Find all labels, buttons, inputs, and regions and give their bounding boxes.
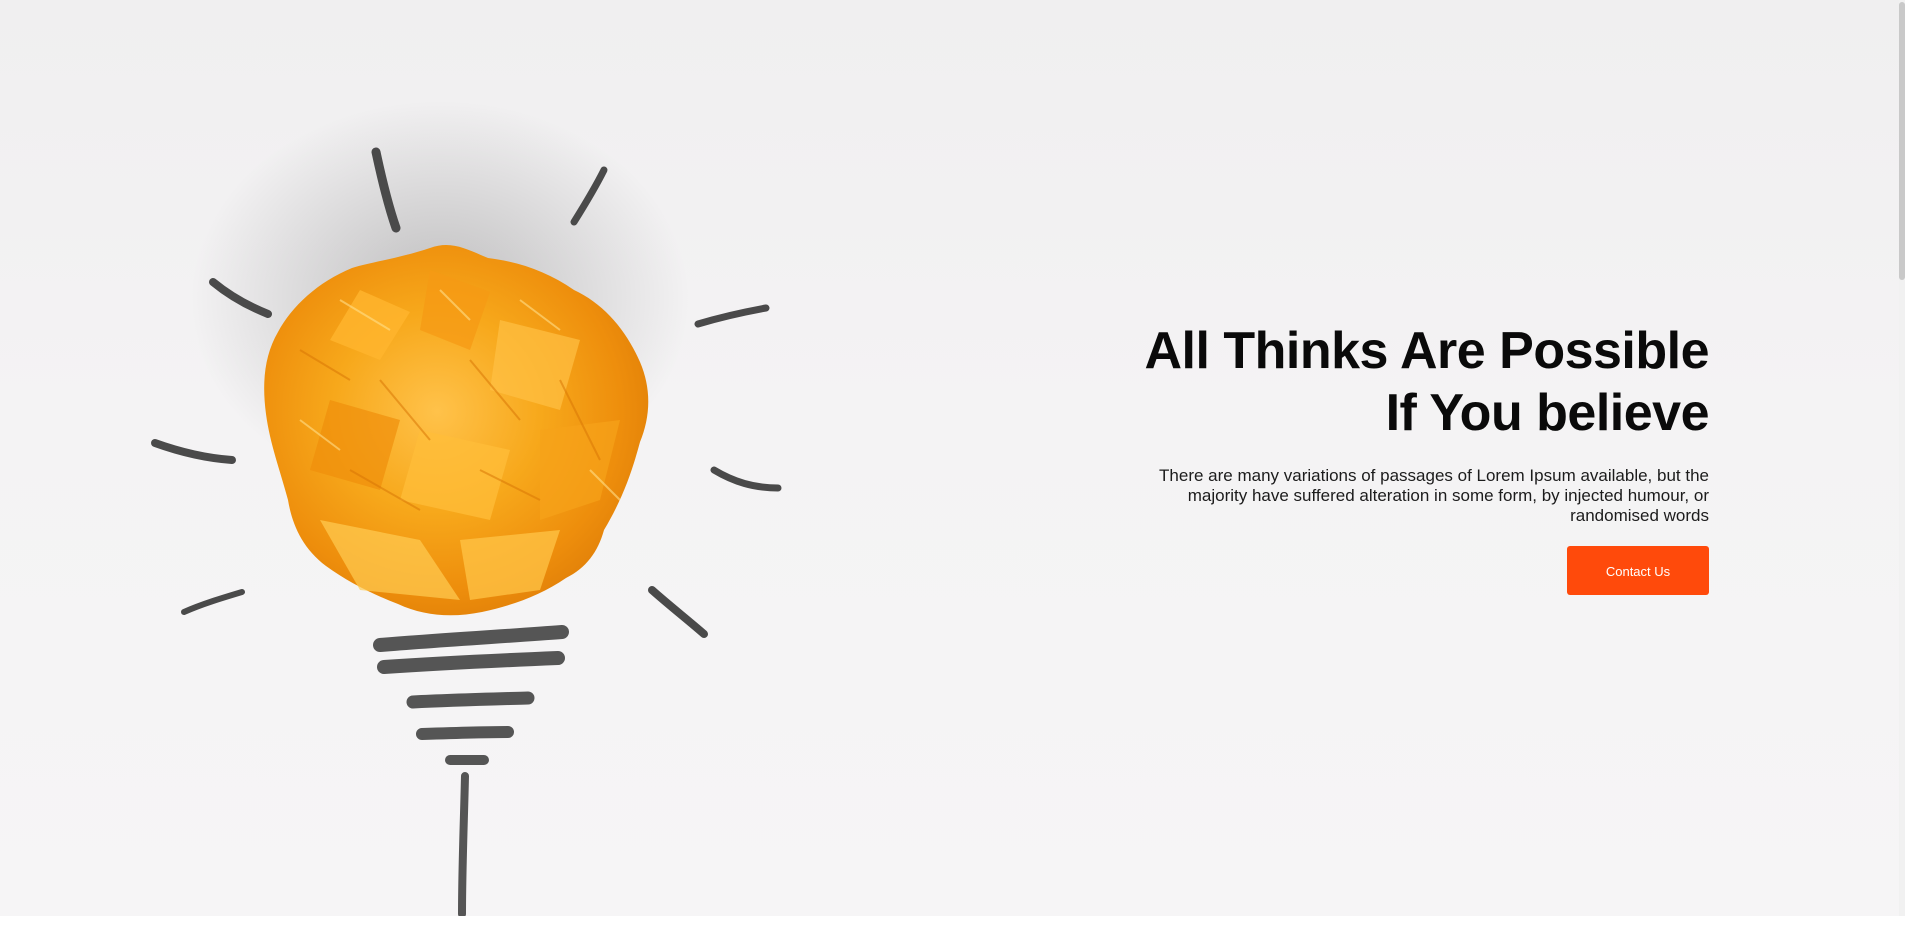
landing-page: All Thinks Are Possible If You believe T… [0,0,1905,938]
contact-us-button[interactable]: Contact Us [1567,546,1709,595]
page-scrollbar[interactable] [1899,0,1905,916]
crumpled-paper-bulb [264,245,649,616]
hero-title-line-1: All Thinks Are Possible [1144,322,1709,380]
hero-title-line-2: If You believe [1385,384,1710,442]
hero-section: All Thinks Are Possible If You believe T… [0,0,1905,916]
bulb-base [373,625,569,916]
hero-content: All Thinks Are Possible If You believe T… [1109,320,1710,595]
scrollbar-thumb[interactable] [1899,2,1905,280]
hero-title: All Thinks Are Possible If You believe [1109,320,1709,444]
lightbulb-illustration [151,100,782,916]
hero-description: There are many variations of passages of… [1159,466,1709,525]
